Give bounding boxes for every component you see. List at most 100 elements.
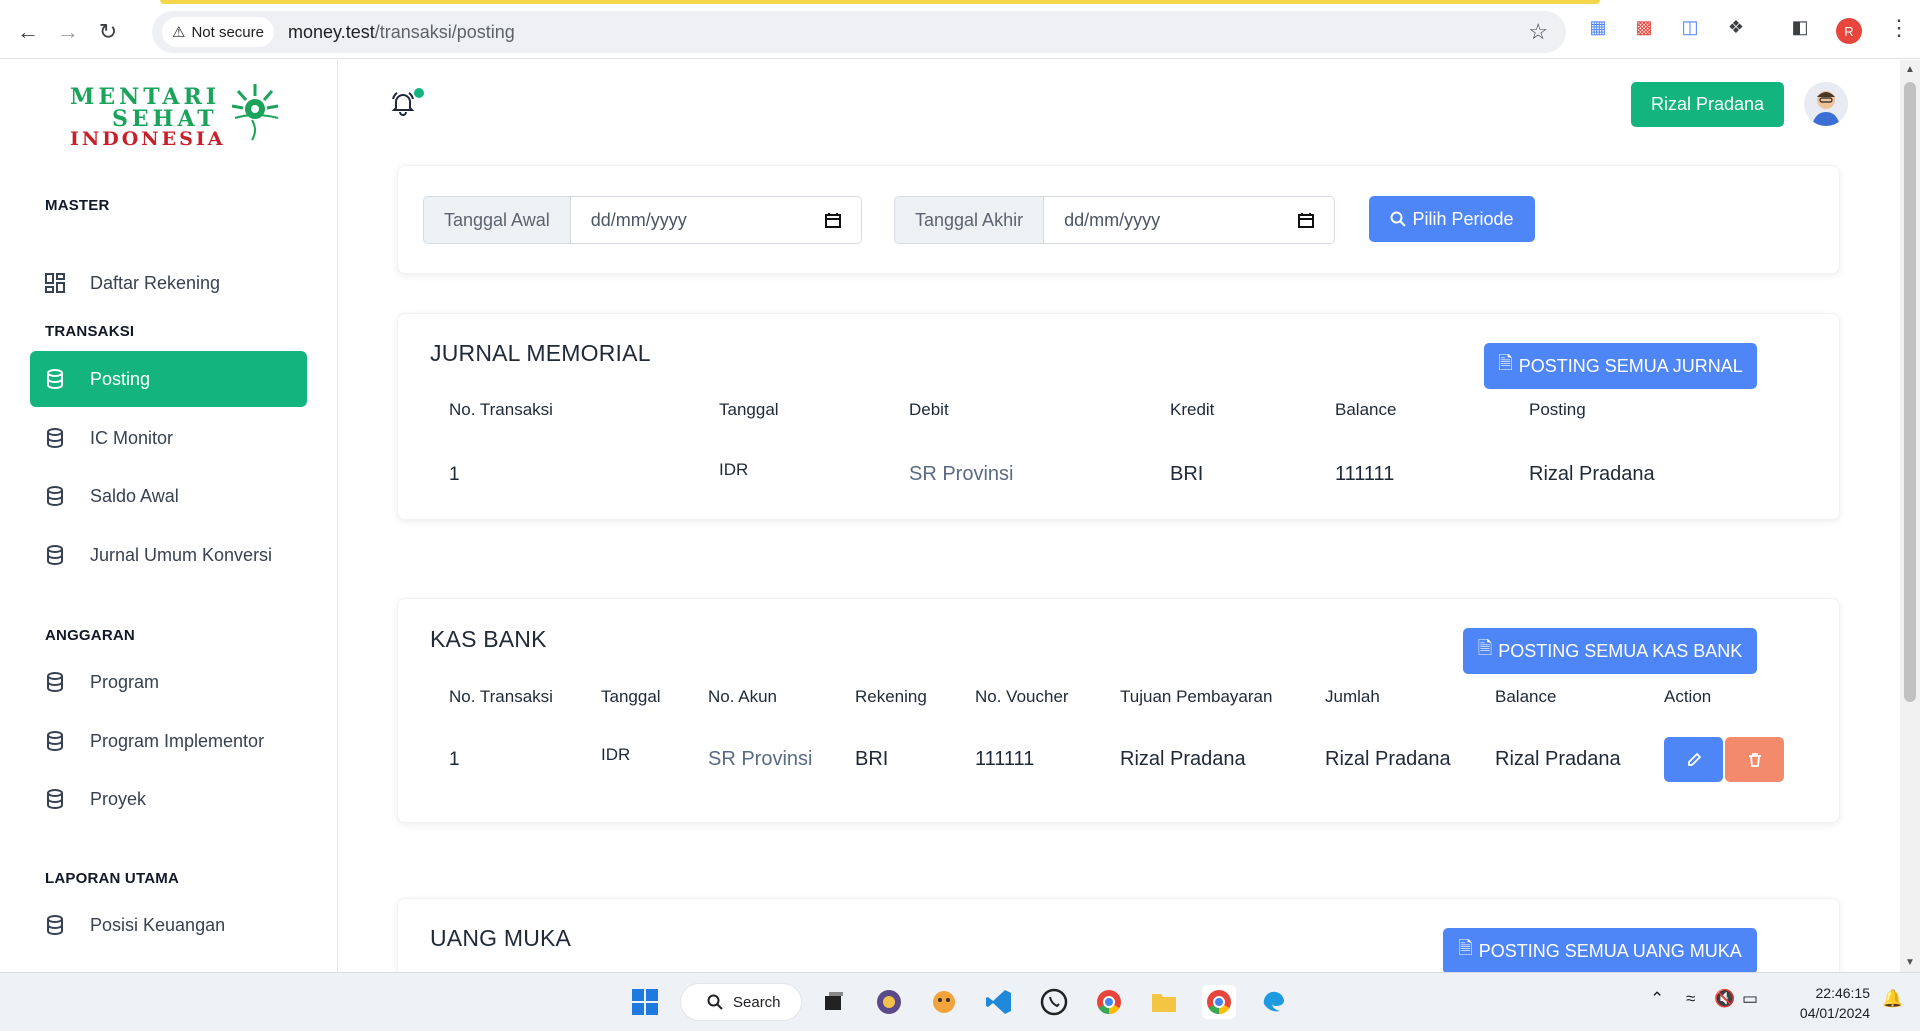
battery-icon[interactable]: ▭	[1742, 989, 1758, 1009]
sidebar: MENTARI SEHAT INDONESIA MASTER Daftar Re…	[0, 60, 338, 972]
sidebar-item-program[interactable]: Program	[30, 654, 307, 710]
pilih-periode-label: Pilih Periode	[1412, 208, 1514, 229]
sidebar-item-label: IC Monitor	[90, 427, 174, 448]
sidebar-item-label: Saldo Awal	[90, 485, 179, 506]
forward-icon[interactable]: →	[48, 12, 88, 52]
edge-icon[interactable]	[1257, 985, 1291, 1019]
task-view-icon[interactable]	[816, 985, 850, 1019]
posting-semua-kas-bank-button[interactable]: 🗎 POSTING SEMUA KAS BANK	[1463, 628, 1757, 674]
sidepanel-icon[interactable]: ◧	[1788, 15, 1812, 39]
extensions-puzzle-icon[interactable]: ❖	[1724, 15, 1748, 39]
database-icon	[44, 544, 66, 566]
wifi-icon[interactable]: ≈	[1686, 989, 1695, 1009]
column-header: Debit	[909, 400, 949, 419]
sidebar-item-daftar-rekening[interactable]: Daftar Rekening	[30, 255, 307, 311]
vscode-icon[interactable]	[982, 985, 1016, 1019]
calendar-icon[interactable]	[1298, 212, 1315, 228]
url-host: money.test	[288, 21, 375, 42]
sun-logo-icon	[231, 84, 279, 141]
column-header: Tujuan Pembayaran	[1120, 687, 1273, 706]
table-cell: IDR	[601, 745, 631, 764]
table-cell: 1	[449, 749, 460, 770]
jurnal-memorial-card: JURNAL MEMORIAL 🗎 POSTING SEMUA JURNAL N…	[397, 313, 1840, 520]
windows-start-icon[interactable]	[628, 985, 662, 1019]
bell-icon[interactable]	[389, 90, 417, 118]
taskbar-search[interactable]: Search	[680, 983, 802, 1021]
start-date-placeholder: dd/mm/yyyy	[590, 209, 687, 230]
volume-muted-icon[interactable]: 🔇	[1714, 989, 1735, 1009]
sidebar-item-proyek[interactable]: Proyek	[30, 771, 307, 827]
notification-center-icon[interactable]: 🔔	[1882, 989, 1903, 1009]
sidebar-item-label: Posisi Keuangan	[90, 914, 226, 935]
database-icon	[44, 914, 66, 936]
browser-menu-icon[interactable]: ⋮	[1888, 15, 1910, 41]
sidebar-item-ic-monitor[interactable]: IC Monitor	[30, 410, 307, 466]
back-icon[interactable]: ←	[8, 12, 48, 52]
section-master: MASTER	[45, 197, 110, 214]
translate-icon[interactable]: ▦	[1586, 15, 1610, 39]
pilih-periode-button[interactable]: Pilih Periode	[1369, 196, 1535, 242]
posting-semua-jurnal-label: POSTING SEMUA JURNAL	[1518, 355, 1743, 376]
database-icon	[44, 730, 66, 752]
page-scrollbar[interactable]: ▲ ▼	[1900, 60, 1920, 972]
scrollbar-thumb[interactable]	[1904, 82, 1916, 702]
app-icon[interactable]	[872, 985, 906, 1019]
uang-muka-title: UANG MUKA	[430, 925, 572, 951]
posting-semua-jurnal-button[interactable]: 🗎 POSTING SEMUA JURNAL	[1484, 343, 1757, 389]
table-cell-link[interactable]: SR Provinsi	[708, 748, 812, 771]
game-app-icon[interactable]	[927, 985, 961, 1019]
sidebar-item-program-implementor[interactable]: Program Implementor	[30, 713, 307, 769]
avatar[interactable]	[1804, 82, 1848, 126]
table-cell: 1	[449, 464, 460, 485]
end-date-group: Tanggal Akhir dd/mm/yyyy	[894, 196, 1336, 244]
kas-bank-title: KAS BANK	[430, 626, 547, 652]
profile-avatar[interactable]: R	[1836, 18, 1862, 44]
security-chip[interactable]: ⚠ Not secure	[162, 17, 274, 47]
whatsapp-icon[interactable]	[1037, 985, 1071, 1019]
start-date-input[interactable]: dd/mm/yyyy	[570, 197, 861, 243]
pencil-icon	[1687, 752, 1701, 766]
table-cell: Rizal Pradana	[1529, 463, 1655, 485]
table-cell: Rizal Pradana	[1325, 748, 1451, 770]
browser-toolbar: ← → ↻ ⚠ Not secure money.test/transaksi/…	[0, 5, 1920, 59]
system-clock[interactable]: 22:46:15 04/01/2024	[1786, 983, 1870, 1023]
user-menu-button[interactable]: Rizal Pradana	[1631, 82, 1784, 127]
posting-semua-uang-muka-button[interactable]: 🗎 POSTING SEMUA UANG MUKA	[1443, 928, 1757, 974]
delete-button[interactable]	[1725, 737, 1784, 782]
address-bar[interactable]: ⚠ Not secure money.test/transaksi/postin…	[152, 11, 1566, 53]
table-cell: 111111	[975, 748, 1035, 770]
sidebar-item-label: Jurnal Umum Konversi	[90, 544, 273, 565]
chrome-icon[interactable]	[1092, 985, 1126, 1019]
column-header: Tanggal	[719, 400, 779, 419]
table-cell: IDR	[719, 460, 749, 479]
bookmark-star-icon[interactable]: ☆	[1528, 19, 1548, 45]
mentari-sehat-logo[interactable]: MENTARI SEHAT INDONESIA	[70, 82, 280, 158]
docs-extension-icon[interactable]: ◫	[1678, 15, 1702, 39]
edit-button[interactable]	[1664, 737, 1723, 782]
search-icon	[1390, 211, 1407, 227]
column-header: Balance	[1495, 687, 1557, 706]
section-anggaran: ANGGARAN	[45, 627, 135, 644]
table-cell: BRI	[1170, 463, 1204, 485]
scroll-up-icon[interactable]: ▲	[1905, 64, 1915, 75]
sidebar-item-saldo-awal[interactable]: Saldo Awal	[30, 468, 307, 524]
file-explorer-icon[interactable]	[1147, 985, 1181, 1019]
end-date-input[interactable]: dd/mm/yyyy	[1044, 197, 1335, 243]
start-date-group: Tanggal Awal dd/mm/yyyy	[423, 196, 862, 244]
reload-icon[interactable]: ↻	[88, 12, 128, 52]
tray-overflow-icon[interactable]: ⌃	[1650, 989, 1664, 1009]
calendar-icon[interactable]	[824, 212, 841, 228]
scroll-down-icon[interactable]: ▼	[1905, 957, 1915, 968]
sidebar-item-posting[interactable]: Posting	[30, 351, 307, 407]
url-text[interactable]: money.test/transaksi/posting	[288, 22, 515, 43]
notification-dot	[414, 88, 424, 98]
period-filter-card: Tanggal Awal dd/mm/yyyy Tanggal Akhir dd…	[397, 165, 1840, 274]
calendar-extension-icon[interactable]: ▩	[1632, 15, 1656, 39]
sidebar-item-posisi-keuangan[interactable]: Posisi Keuangan	[30, 897, 307, 953]
sidebar-item-jurnal-umum-konversi[interactable]: Jurnal Umum Konversi	[30, 527, 307, 583]
table-cell-link[interactable]: SR Provinsi	[909, 463, 1013, 486]
chrome-active-icon[interactable]	[1202, 985, 1236, 1019]
warning-icon: ⚠	[172, 24, 186, 41]
clock-date: 04/01/2024	[1799, 1005, 1870, 1021]
column-header: No. Transaksi	[449, 687, 553, 706]
